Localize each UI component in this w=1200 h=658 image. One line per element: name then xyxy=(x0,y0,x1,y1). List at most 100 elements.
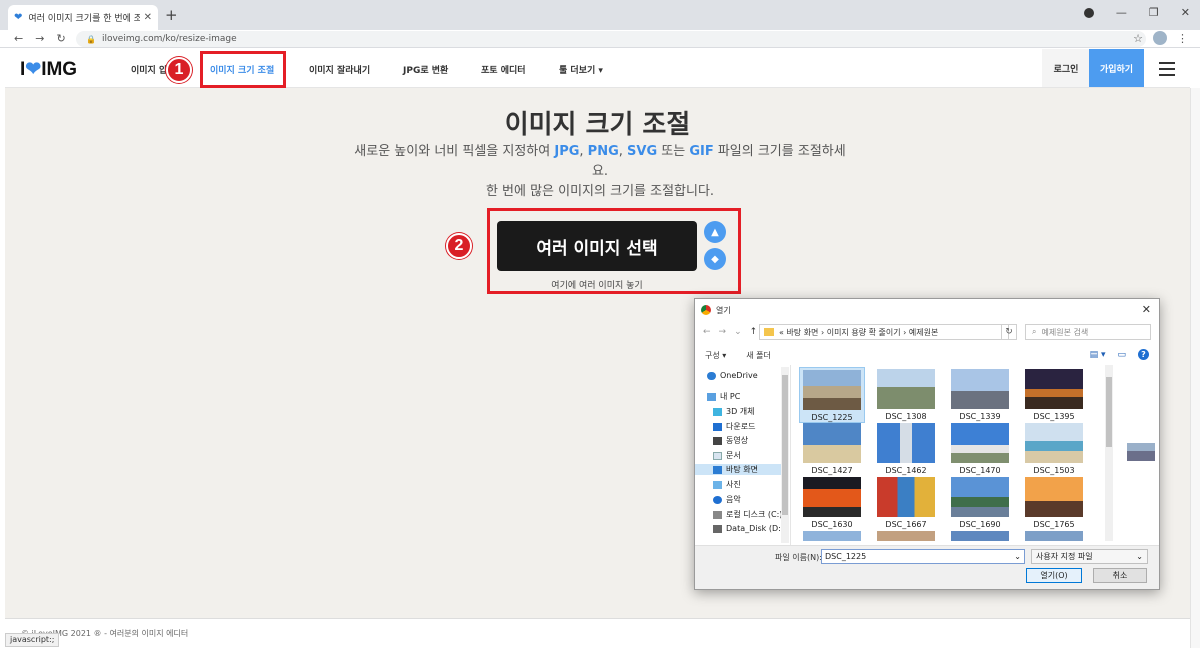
close-window-icon[interactable]: ✕ xyxy=(1181,6,1190,19)
format-jpg: JPG xyxy=(554,144,580,159)
image-thumbnail xyxy=(803,423,861,463)
nav-convert-jpg[interactable]: JPG로 변환 xyxy=(403,63,448,76)
signup-button[interactable]: 가입하기 xyxy=(1089,49,1144,87)
browser-tab[interactable]: ❤ 여러 이미지 크기를 한 번에 조정 ✕ xyxy=(8,5,158,30)
dialog-close-icon[interactable]: ✕ xyxy=(1142,303,1151,316)
tree-videos[interactable]: 동영상 xyxy=(713,435,748,446)
dialog-nav-arrows: ← → ⌄ ↑ xyxy=(703,327,757,337)
tree-this-pc[interactable]: 내 PC xyxy=(707,391,740,402)
file-item[interactable]: DSC_1462 xyxy=(873,421,939,475)
dialog-back-icon[interactable]: ← xyxy=(703,327,711,337)
dialog-title: 열기 xyxy=(716,305,731,315)
film-icon xyxy=(713,436,722,445)
forward-icon[interactable]: → xyxy=(35,32,44,45)
heart-logo-icon: ❤ xyxy=(25,59,42,80)
lock-icon: 🔒 xyxy=(86,34,96,44)
page-scrollbar[interactable] xyxy=(1190,88,1200,648)
format-png: PNG xyxy=(587,144,619,159)
back-icon[interactable]: ← xyxy=(14,32,23,45)
folder-tree: OneDrive 내 PC 3D 개체 다운로드 동영상 문서 바탕 화면 사진… xyxy=(695,365,791,545)
new-tab-icon[interactable]: + xyxy=(165,6,178,24)
profile-avatar[interactable] xyxy=(1153,31,1167,45)
dialog-path-bar[interactable]: « 바탕 화면 › 이미지 용량 확 줄이기 › 예제원본 xyxy=(759,324,1009,340)
hamburger-menu-icon[interactable] xyxy=(1159,62,1175,80)
file-item[interactable]: DSC_1630 xyxy=(799,475,865,529)
tree-onedrive[interactable]: OneDrive xyxy=(707,371,758,380)
file-item[interactable]: DSC_1308 xyxy=(873,367,939,421)
file-item[interactable] xyxy=(1021,529,1087,541)
heart-favicon-icon: ❤ xyxy=(14,12,23,23)
tree-downloads[interactable]: 다운로드 xyxy=(713,421,755,432)
image-thumbnail xyxy=(951,423,1009,463)
nav-crop[interactable]: 이미지 잘라내기 xyxy=(309,63,370,76)
file-item[interactable] xyxy=(799,529,865,541)
dialog-navbar: ← → ⌄ ↑ « 바탕 화면 › 이미지 용량 확 줄이기 › 예제원본 ↻ … xyxy=(695,321,1159,343)
page-subtitle: 새로운 높이와 너비 픽셀을 지정하여 JPG, PNG, SVG 또는 GIF… xyxy=(354,144,846,199)
tree-documents[interactable]: 문서 xyxy=(713,450,741,461)
star-icon[interactable]: ☆ xyxy=(1133,32,1143,45)
step-badge-2: 2 xyxy=(446,233,472,259)
menu-kebab-icon[interactable]: ⋮ xyxy=(1177,32,1188,45)
filename-input[interactable]: DSC_1225 ⌄ xyxy=(821,549,1025,564)
reload-icon[interactable]: ↻ xyxy=(56,32,65,45)
tree-desktop[interactable]: 바탕 화면 xyxy=(695,464,781,475)
dialog-forward-icon[interactable]: → xyxy=(719,327,727,337)
dialog-refresh-icon[interactable]: ↻ xyxy=(1001,324,1017,340)
format-svg: SVG xyxy=(627,144,658,159)
file-item[interactable]: DSC_1225 xyxy=(799,367,865,423)
file-item[interactable]: DSC_1667 xyxy=(873,475,939,529)
url-field[interactable]: 🔒 iloveimg.com/ko/resize-image xyxy=(76,31,1146,47)
tree-data-disk-d[interactable]: Data_Disk (D:) xyxy=(713,524,784,533)
dialog-recent-icon[interactable]: ⌄ xyxy=(734,327,742,337)
download-icon[interactable] xyxy=(1083,7,1094,18)
file-open-dialog: 열기 ✕ ← → ⌄ ↑ « 바탕 화면 › 이미지 용량 확 줄이기 › 예제… xyxy=(694,298,1160,590)
file-item[interactable]: DSC_1690 xyxy=(947,475,1013,529)
format-gif: GIF xyxy=(689,144,714,159)
cloud-icon xyxy=(707,371,716,380)
browser-tabstrip: ❤ 여러 이미지 크기를 한 번에 조정 ✕ + — ❐ ✕ xyxy=(0,0,1200,30)
restore-icon[interactable]: ❐ xyxy=(1149,6,1159,19)
tree-local-disk-c[interactable]: 로컬 디스크 (C:) xyxy=(713,509,782,520)
tree-pictures[interactable]: 사진 xyxy=(713,479,741,490)
organize-menu[interactable]: 구성 ▾ xyxy=(705,350,726,361)
open-button[interactable]: 열기(O) xyxy=(1026,568,1082,583)
dialog-search-input[interactable]: ⌕ 예제원본 검색 xyxy=(1025,324,1151,340)
file-item[interactable]: DSC_1503 xyxy=(1021,421,1087,475)
chevron-down-icon[interactable]: ⌄ xyxy=(1014,552,1021,561)
chrome-icon xyxy=(701,305,711,315)
tree-scrollbar[interactable] xyxy=(781,367,789,543)
files-scrollbar[interactable] xyxy=(1105,365,1113,541)
nav-photo-editor[interactable]: 포토 에디터 xyxy=(481,63,526,76)
image-thumbnail xyxy=(877,423,935,463)
cancel-button[interactable]: 취소 xyxy=(1093,568,1147,583)
filetype-select[interactable]: 사용자 지정 파일 ⌄ xyxy=(1031,549,1148,564)
file-item[interactable]: DSC_1470 xyxy=(947,421,1013,475)
nav-compress[interactable]: 이미지 압 xyxy=(131,63,167,76)
nav-more-tools[interactable]: 툴 더보기 ▾ xyxy=(559,63,603,76)
new-folder-button[interactable]: 새 폴더 xyxy=(746,350,771,361)
view-options-icon[interactable]: ▤ ▾ xyxy=(1090,350,1106,360)
file-item[interactable]: DSC_1427 xyxy=(799,421,865,475)
close-tab-icon[interactable]: ✕ xyxy=(144,12,152,23)
tree-3d-objects[interactable]: 3D 개체 xyxy=(713,406,755,417)
file-item[interactable]: DSC_1395 xyxy=(1021,367,1087,421)
file-item[interactable] xyxy=(873,529,939,541)
logo-text: IMG xyxy=(41,59,78,80)
file-item[interactable]: DSC_1765 xyxy=(1021,475,1087,529)
minimize-icon[interactable]: — xyxy=(1116,6,1127,19)
file-item[interactable]: DSC_1339 xyxy=(947,367,1013,421)
image-thumbnail xyxy=(877,531,935,541)
help-icon[interactable]: ? xyxy=(1138,349,1149,360)
site-logo[interactable]: I❤IMG xyxy=(20,58,77,81)
view-controls: ▤ ▾ ▭ ? xyxy=(1090,349,1149,360)
login-button[interactable]: 로그인 xyxy=(1042,49,1090,87)
folder-icon xyxy=(764,328,774,336)
chevron-down-icon[interactable]: ⌄ xyxy=(1136,552,1143,561)
preview-pane-icon[interactable]: ▭ xyxy=(1117,350,1126,360)
dialog-path: « 바탕 화면 › 이미지 용량 확 줄이기 › 예제원본 xyxy=(779,327,939,337)
dialog-up-icon[interactable]: ↑ xyxy=(750,327,758,337)
tree-music[interactable]: 음악 xyxy=(713,494,741,505)
desktop-icon xyxy=(713,465,722,474)
step-badge-1: 1 xyxy=(166,57,192,83)
file-item[interactable] xyxy=(947,529,1013,541)
